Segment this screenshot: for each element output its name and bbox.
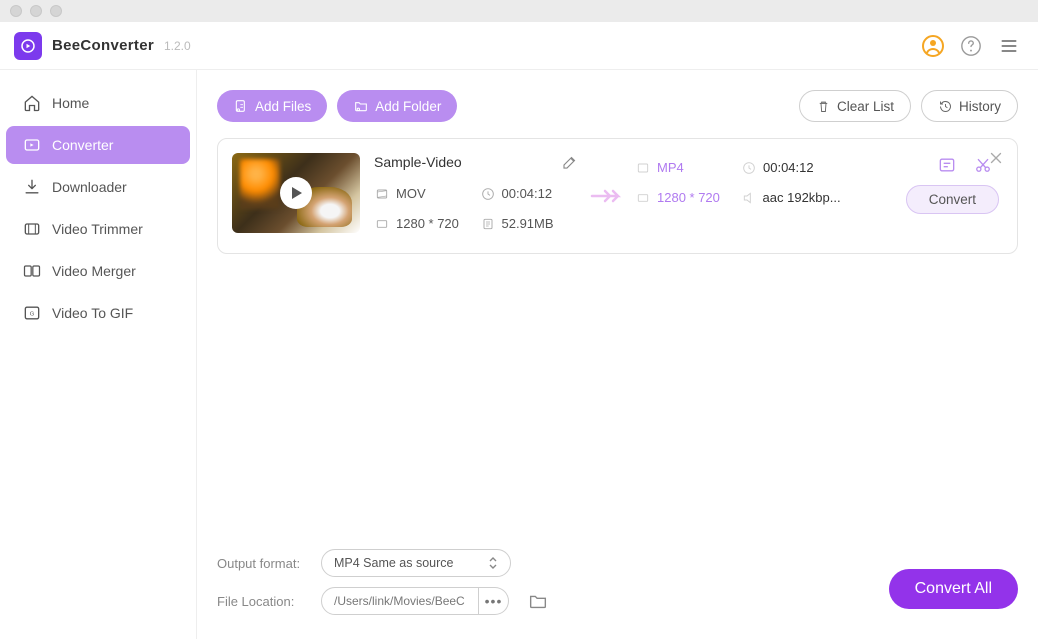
window-zoom-button[interactable] — [50, 5, 62, 17]
sidebar-item-label: Video To GIF — [52, 305, 133, 321]
sidebar-item-home[interactable]: Home — [6, 84, 190, 122]
help-icon[interactable] — [956, 31, 986, 61]
button-label: Add Files — [255, 99, 311, 114]
window-titlebar — [0, 0, 1038, 22]
output-format-select[interactable]: MP4 Same as source — [321, 549, 511, 577]
target-audio: aac 192kbp... — [763, 183, 841, 213]
topbar: BeeConverter 1.2.0 — [0, 22, 1038, 70]
resolution-icon — [374, 216, 390, 232]
film-icon — [635, 160, 651, 176]
file-location-label: File Location: — [217, 594, 307, 609]
sidebar: Home Converter Downloader Video Trimmer … — [0, 70, 197, 639]
sidebar-item-label: Converter — [52, 137, 113, 153]
sidebar-item-label: Video Trimmer — [52, 221, 143, 237]
source-format: MOV — [396, 179, 426, 209]
toolbar: Add Files Add Folder Clear List History — [217, 90, 1018, 122]
main-panel: Add Files Add Folder Clear List History — [197, 70, 1038, 639]
sidebar-item-label: Downloader — [52, 179, 127, 195]
add-files-button[interactable]: Add Files — [217, 90, 327, 122]
button-label: Clear List — [837, 99, 894, 114]
settings-card-icon[interactable] — [937, 155, 957, 175]
target-resolution[interactable]: 1280 * 720 — [657, 183, 720, 213]
open-folder-icon[interactable] — [527, 590, 549, 612]
sidebar-item-label: Video Merger — [52, 263, 136, 279]
browse-location-button[interactable]: ••• — [479, 587, 509, 615]
file-title: Sample-Video — [374, 154, 551, 170]
menu-icon[interactable] — [994, 31, 1024, 61]
window-close-button[interactable] — [10, 5, 22, 17]
source-resolution: 1280 * 720 — [396, 209, 459, 239]
clear-list-button[interactable]: Clear List — [799, 90, 911, 122]
file-location-path: /Users/link/Movies/BeeC — [321, 587, 479, 615]
source-info: Sample-Video MOV 00:04:12 — [374, 153, 579, 239]
target-format[interactable]: MP4 — [657, 153, 684, 183]
button-label: History — [959, 99, 1001, 114]
history-button[interactable]: History — [921, 90, 1018, 122]
convert-all-button[interactable]: Convert All — [889, 569, 1018, 609]
sidebar-item-label: Home — [52, 95, 89, 111]
sidebar-item-downloader[interactable]: Downloader — [6, 168, 190, 206]
output-format-label: Output format: — [217, 556, 307, 571]
conversion-item: Sample-Video MOV 00:04:12 — [217, 138, 1018, 254]
clock-icon — [741, 160, 757, 176]
film-icon — [374, 186, 390, 202]
resolution-icon — [635, 190, 651, 206]
button-label: Convert All — [915, 580, 992, 597]
target-info: MP4 00:04:12 1280 * 720 aac 192kbp... — [635, 153, 855, 213]
chevron-up-down-icon — [488, 556, 498, 570]
window-minimize-button[interactable] — [30, 5, 42, 17]
play-icon — [280, 177, 312, 209]
convert-button[interactable]: Convert — [906, 185, 999, 214]
video-thumbnail[interactable] — [232, 153, 360, 233]
sidebar-item-merger[interactable]: Video Merger — [6, 252, 190, 290]
app-name: BeeConverter — [52, 37, 154, 54]
add-folder-button[interactable]: Add Folder — [337, 90, 457, 122]
app-version: 1.2.0 — [164, 39, 191, 53]
source-duration: 00:04:12 — [502, 179, 553, 209]
sidebar-item-trimmer[interactable]: Video Trimmer — [6, 210, 190, 248]
svg-text:G: G — [30, 312, 35, 318]
select-value: MP4 Same as source — [334, 556, 454, 570]
source-size: 52.91MB — [502, 209, 554, 239]
rename-icon[interactable] — [561, 153, 579, 171]
button-label: Convert — [929, 192, 976, 207]
clock-icon — [480, 186, 496, 202]
target-duration: 00:04:12 — [763, 153, 814, 183]
remove-item-icon[interactable] — [987, 149, 1005, 167]
sidebar-item-gif[interactable]: G Video To GIF — [6, 294, 190, 332]
size-icon — [480, 216, 496, 232]
sidebar-item-converter[interactable]: Converter — [6, 126, 190, 164]
audio-icon — [741, 190, 757, 206]
account-icon[interactable] — [918, 31, 948, 61]
button-label: Add Folder — [375, 99, 441, 114]
arrow-icon — [587, 186, 627, 206]
app-logo-icon — [14, 32, 42, 60]
